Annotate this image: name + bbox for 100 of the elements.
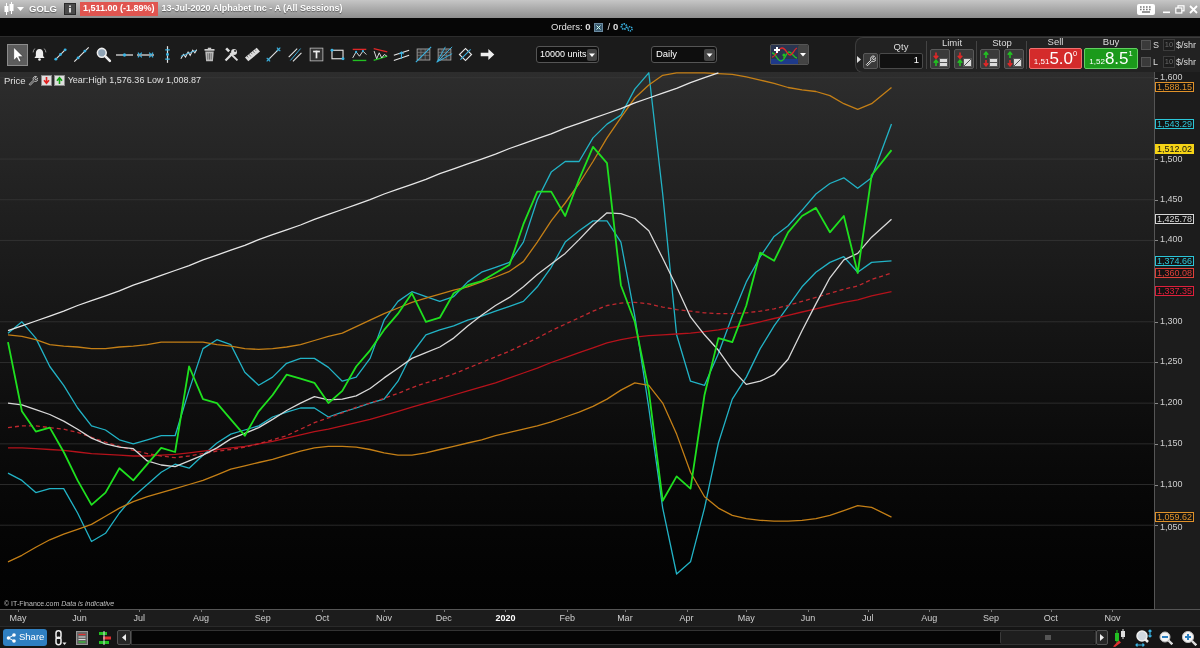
stop-order-button[interactable] (1004, 48, 1024, 69)
axis-label: Nov (1104, 613, 1121, 623)
grid-fan-icon (436, 46, 454, 63)
stop-order-button[interactable] (980, 48, 1000, 69)
text-box-icon (308, 46, 325, 63)
candlestick-icon[interactable] (4, 2, 14, 16)
axis-label: Jul (133, 613, 146, 623)
stop-label: Stop (992, 37, 1012, 48)
grip-icon (1045, 635, 1051, 640)
axis-label: Jun (800, 613, 816, 623)
axis-label: Oct (315, 613, 330, 623)
up-arrow-icon[interactable] (53, 75, 65, 86)
vertical-line-icon (164, 46, 170, 63)
sell-label: Sell (1047, 36, 1064, 47)
line-segment-icon (51, 46, 69, 63)
axis-label: Jul (861, 613, 874, 623)
zoom-fit-icon[interactable] (1135, 628, 1152, 647)
axis-label: Apr (679, 613, 694, 623)
axis-label: Sep (983, 613, 1000, 623)
arrows-box-icon (982, 50, 998, 67)
cross-square-icon[interactable] (593, 22, 603, 32)
down-arrow-icon[interactable] (40, 75, 52, 86)
axis-label: 1,600 (1160, 72, 1183, 82)
price-tag: 1,588.15 (1155, 82, 1195, 93)
axis-label: Mar (617, 613, 633, 623)
price-tag: 1,374.66 (1155, 256, 1195, 267)
diagonal-line-icon (73, 46, 91, 63)
zoom-out-icon[interactable] (1159, 630, 1173, 645)
arrows-slashed-box-icon (1006, 50, 1022, 67)
triangle-left-icon (122, 634, 126, 641)
cross-ended-diagonal-icon (265, 46, 283, 63)
scrollbar-thumb[interactable] (1000, 631, 1095, 644)
candle-pen-icon[interactable] (1112, 628, 1128, 647)
unit-label: $/shr (1176, 39, 1196, 50)
filled-count: / 0 (607, 19, 619, 34)
gears-icon[interactable] (620, 22, 634, 32)
axis-label: 1,300 (1160, 316, 1183, 326)
axis-label: 1,150 (1160, 438, 1183, 448)
document-icon[interactable] (76, 630, 88, 645)
grid-icon (414, 46, 432, 63)
interval-dropdown[interactable]: Daily (650, 46, 717, 63)
horizontal-line-icon (115, 52, 133, 57)
symbol-label[interactable]: GOLG (29, 1, 57, 17)
settings-button[interactable] (863, 52, 878, 69)
orders-count: Orders: 0 (551, 19, 591, 34)
qty-label: Qty (893, 41, 909, 52)
wrench-icon[interactable] (27, 75, 38, 86)
channel-icon (350, 46, 368, 63)
axis-label: 1,400 (1160, 235, 1183, 245)
add-indicator-button[interactable] (769, 44, 809, 65)
axis-label: 1,250 (1160, 357, 1183, 367)
pointer-tool[interactable] (7, 43, 29, 66)
axis-label: Aug (193, 613, 209, 623)
instrument-title: 13-Jul-2020 Alphabet Inc - A (All Sessions) (161, 2, 343, 16)
tools-icon (222, 46, 240, 63)
axis-label: May (9, 613, 27, 623)
axis-label: May (737, 613, 755, 623)
axis-label: 1,100 (1160, 479, 1183, 489)
close-icon[interactable] (1189, 4, 1198, 14)
scroll-left-button[interactable] (117, 630, 131, 645)
triangle-right-icon (1100, 634, 1104, 641)
dropdown-caret-icon (586, 48, 597, 61)
keyboard-icon[interactable] (1137, 3, 1155, 15)
axis-label: 1,450 (1160, 194, 1183, 204)
axis-label: 1,500 (1160, 154, 1183, 164)
axis-label: Dec (435, 613, 452, 623)
qty-input[interactable]: 1 (879, 52, 923, 69)
series-label: Price (4, 75, 26, 86)
cross-ended-line-icon (137, 51, 155, 58)
limit-order-button[interactable] (930, 48, 950, 69)
diamond-icon (457, 46, 475, 63)
play-icon (857, 55, 861, 63)
units-dropdown[interactable]: 10000 units (535, 46, 599, 63)
arrow-right-icon (478, 46, 496, 63)
rectangle-icon (329, 46, 347, 63)
wrench-icon (865, 55, 876, 66)
share-icon (6, 632, 16, 643)
axis-label: 2020 (495, 613, 516, 623)
scroll-right-button[interactable] (1096, 630, 1108, 645)
bell-icon (30, 46, 48, 63)
axis-label: Aug (921, 613, 938, 623)
restore-icon[interactable] (1175, 4, 1185, 14)
info-icon[interactable] (64, 3, 76, 15)
axis-label: Oct (1043, 613, 1058, 623)
bars-icon[interactable] (98, 630, 112, 645)
price-tag: 1,425.78 (1155, 214, 1195, 225)
unit-label: $/shr (1176, 56, 1196, 67)
axis-label: 1,200 (1160, 398, 1183, 408)
magnifier-icon (94, 46, 112, 63)
price-tag: 1,512.02 (1155, 144, 1195, 155)
link-icon[interactable] (54, 629, 67, 646)
axis-label: Feb (559, 613, 575, 623)
wedge-icon (372, 46, 389, 63)
indicator-chart-icon (770, 45, 798, 64)
limit-order-button[interactable] (954, 48, 974, 69)
axis-label: Nov (376, 613, 393, 623)
axis-label: Jun (72, 613, 87, 623)
share-button[interactable]: Share (3, 629, 47, 646)
parallel-lines-icon (286, 46, 304, 63)
zoom-in-icon[interactable] (1181, 629, 1197, 646)
